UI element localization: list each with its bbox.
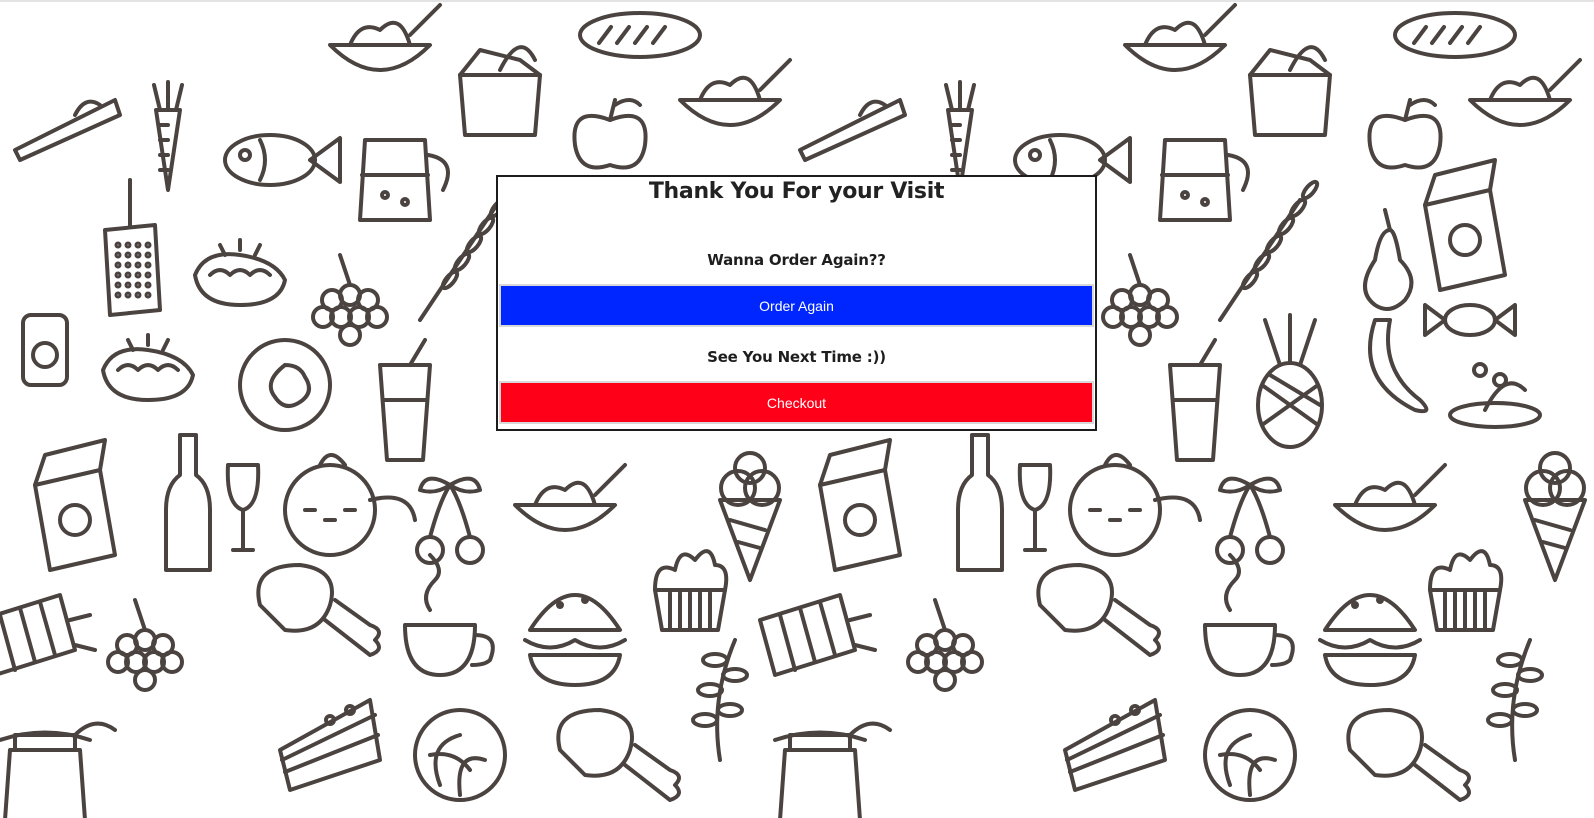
candy-doodle-icon — [1423, 303, 1517, 337]
roll-doodle-icon — [101, 333, 195, 402]
cupcake-doodle-icon — [1428, 549, 1504, 632]
order-again-button[interactable]: Order Again — [499, 284, 1094, 327]
bread-doodle-icon — [578, 11, 702, 59]
bowl-doodle-icon — [1468, 58, 1582, 127]
cake-doodle-icon — [1063, 698, 1167, 792]
bread-doodle-icon — [1393, 11, 1517, 59]
jar-doodle-icon — [0, 721, 117, 818]
apple-doodle-icon — [1367, 98, 1443, 170]
grapes-doodle-icon — [906, 598, 984, 692]
bowl-doodle-icon — [513, 463, 627, 532]
cupcake-doodle-icon — [653, 549, 729, 632]
chicken-doodle-icon — [556, 708, 681, 802]
jug-doodle-icon — [358, 138, 450, 222]
cherry-doodle-icon — [415, 476, 485, 565]
grapes-doodle-icon — [106, 598, 184, 692]
banana-doodle-icon — [1368, 318, 1429, 414]
grapes-doodle-icon — [311, 253, 389, 347]
chicken-doodle-icon — [1346, 708, 1471, 802]
pineapple-doodle-icon — [1256, 313, 1324, 449]
teapot-doodle-icon — [283, 453, 417, 557]
bowl-doodle-icon — [328, 3, 442, 72]
teapot-doodle-icon — [1068, 453, 1202, 557]
dialog-title: Thank You For your Visit — [648, 179, 945, 204]
order-again-prompt: Wanna Order Again?? — [707, 251, 886, 269]
milkbox-doodle-icon — [818, 438, 902, 572]
box-doodle-icon — [458, 45, 542, 137]
eggplate-doodle-icon — [1448, 362, 1542, 429]
pie-doodle-icon — [798, 98, 907, 162]
chicken-doodle-icon — [256, 563, 381, 657]
apple-doodle-icon — [572, 98, 648, 170]
wheat-doodle-icon — [1218, 179, 1320, 322]
checkout-button[interactable]: Checkout — [499, 381, 1094, 424]
box-doodle-icon — [1248, 45, 1332, 137]
cherry-doodle-icon — [1215, 476, 1285, 565]
milkbox-doodle-icon — [1423, 158, 1507, 292]
wine-doodle-icon — [164, 433, 261, 572]
burger-doodle-icon — [1318, 593, 1422, 687]
glass-doodle-icon — [378, 338, 432, 462]
wine-doodle-icon — [956, 433, 1053, 572]
fish-doodle-icon — [223, 133, 342, 187]
icecream-doodle-icon — [718, 451, 782, 582]
glass-doodle-icon — [1168, 338, 1222, 462]
jar-doodle-icon — [773, 721, 892, 818]
branch-doodle-icon — [1486, 638, 1544, 762]
pie-doodle-icon — [13, 98, 122, 162]
carrot-doodle-icon — [152, 80, 184, 192]
cake-doodle-icon — [278, 698, 382, 792]
icecream-doodle-icon — [1523, 451, 1587, 582]
burger-doodle-icon — [523, 593, 627, 687]
bowl-doodle-icon — [1333, 463, 1447, 532]
thank-you-dialog: Thank You For your Visit Wanna Order Aga… — [496, 175, 1097, 431]
bowl-doodle-icon — [1123, 3, 1237, 72]
carrot-doodle-icon — [944, 80, 976, 192]
sausage-doodle-icon — [758, 593, 877, 677]
pear-doodle-icon — [1363, 208, 1414, 311]
sausage-doodle-icon — [0, 593, 97, 676]
roll-doodle-icon — [193, 238, 287, 307]
teacup-doodle-icon — [1203, 553, 1295, 677]
bowl-doodle-icon — [678, 58, 792, 127]
see-you-prompt: See You Next Time :)) — [707, 348, 886, 366]
grapes-doodle-icon — [1101, 253, 1179, 347]
milkbox-doodle-icon — [33, 438, 117, 572]
donut-doodle-icon — [238, 338, 332, 432]
teacup-doodle-icon — [403, 553, 495, 677]
cabbage-doodle-icon — [1203, 708, 1297, 802]
can-doodle-icon — [21, 313, 69, 387]
chicken-doodle-icon — [1036, 563, 1161, 657]
jug-doodle-icon — [1158, 138, 1250, 222]
grater-doodle-icon — [103, 178, 162, 317]
branch-doodle-icon — [691, 638, 749, 762]
cabbage-doodle-icon — [413, 708, 507, 802]
